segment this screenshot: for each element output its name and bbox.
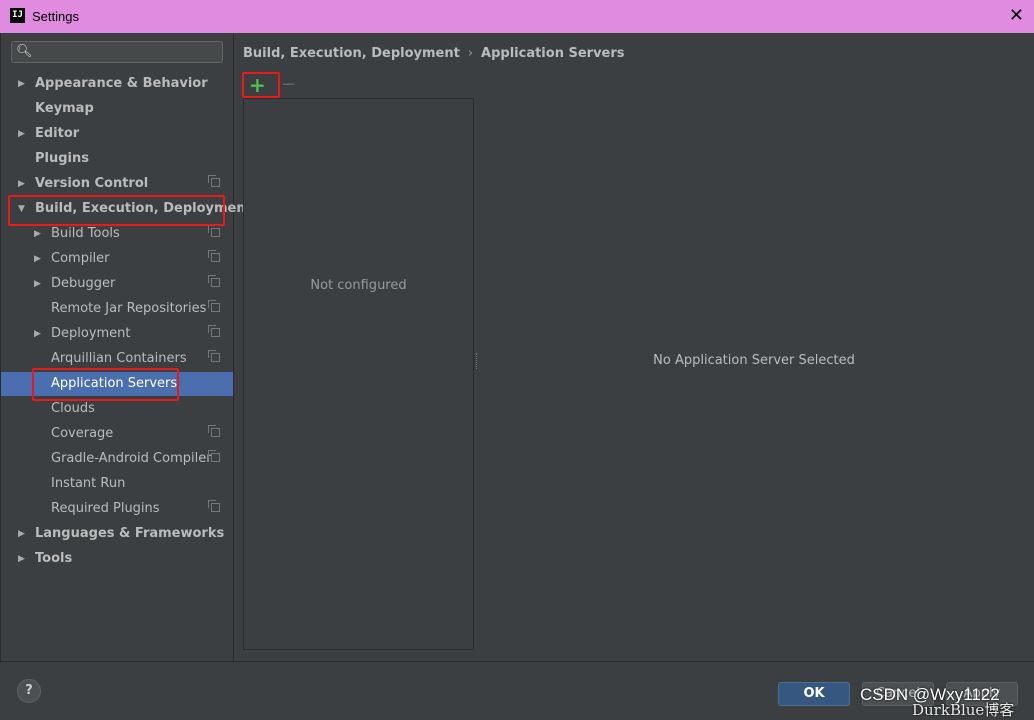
tree-item-plugins[interactable]: Plugins: [1, 147, 233, 171]
settings-sidebar: 🔍︎ ▶ Appearance & Behavior Keymap ▶ Editor Pl…: [1, 33, 252, 661]
project-level-icon: [208, 325, 220, 337]
intellij-app-icon: IJ: [10, 8, 25, 23]
tree-item-label: Build, Execution, Deployment: [35, 201, 252, 216]
breadcrumb-current: Application Servers: [481, 46, 625, 61]
tree-item-version-control[interactable]: ▶ Version Control: [1, 172, 233, 196]
tree-item-keymap[interactable]: Keymap: [1, 97, 233, 121]
collapsed-arrow-icon[interactable]: ▶: [34, 247, 41, 271]
tree-item-label: Tools: [35, 551, 73, 566]
project-level-icon: [208, 425, 220, 437]
tree-item-label: Plugins: [35, 151, 89, 166]
tree-item-editor[interactable]: ▶ Editor: [1, 122, 233, 146]
collapsed-arrow-icon[interactable]: ▶: [34, 272, 41, 296]
collapsed-arrow-icon[interactable]: ▶: [18, 547, 25, 571]
close-icon[interactable]: ✕: [1009, 5, 1024, 26]
tree-item-label: Build Tools: [51, 226, 120, 241]
collapsed-arrow-icon[interactable]: ▶: [18, 122, 25, 146]
tree-item-label: Deployment: [51, 326, 131, 341]
tree-item-label: Arquillian Containers: [51, 351, 187, 366]
window-title: Settings: [32, 9, 79, 24]
tree-item-remote-jar-repositories[interactable]: Remote Jar Repositories: [1, 297, 233, 321]
application-server-list[interactable]: Not configured: [243, 98, 474, 650]
collapsed-arrow-icon[interactable]: ▶: [34, 222, 41, 246]
breadcrumb: Build, Execution, Deployment › Application…: [243, 46, 625, 61]
project-level-icon: [208, 300, 220, 312]
tree-item-coverage[interactable]: Coverage: [1, 422, 233, 446]
tree-item-label: Application Servers: [51, 376, 178, 391]
project-level-icon: [208, 225, 220, 237]
tree-item-deployment[interactable]: ▶ Deployment: [1, 322, 233, 346]
expanded-arrow-icon[interactable]: ▼: [18, 197, 25, 221]
tree-item-compiler[interactable]: ▶ Compiler: [1, 247, 233, 271]
search-input[interactable]: 🔍︎: [11, 41, 223, 63]
search-icon: 🔍︎: [16, 44, 33, 59]
tree-item-label: Languages & Frameworks: [35, 526, 225, 541]
project-level-icon: [208, 350, 220, 362]
tree-item-arquillian-containers[interactable]: Arquillian Containers: [1, 347, 233, 371]
help-icon[interactable]: ?: [17, 679, 41, 703]
tree-item-appearance-behavior[interactable]: ▶ Appearance & Behavior: [1, 72, 233, 96]
project-level-icon: [208, 450, 220, 462]
tree-item-application-servers[interactable]: Application Servers: [1, 372, 233, 396]
breadcrumb-parent[interactable]: Build, Execution, Deployment: [243, 46, 460, 61]
tree-item-label: Keymap: [35, 101, 94, 116]
add-server-button[interactable]: +: [249, 75, 266, 95]
tree-item-label: Debugger: [51, 276, 116, 291]
project-level-icon: [208, 250, 220, 262]
tree-item-label: Required Plugins: [51, 501, 160, 516]
tree-item-build-tools[interactable]: ▶ Build Tools: [1, 222, 233, 246]
panel-splitter-handle[interactable]: [476, 353, 479, 369]
tree-item-languages-frameworks[interactable]: ▶ Languages & Frameworks: [1, 522, 233, 546]
tree-item-label: Compiler: [51, 251, 110, 266]
breadcrumb-separator: ›: [467, 46, 474, 61]
project-level-icon: [208, 175, 220, 187]
tree-item-label: Gradle-Android Compiler: [51, 451, 212, 466]
tree-item-label: Clouds: [51, 401, 95, 416]
project-level-icon: [208, 275, 220, 287]
tree-item-label: Appearance & Behavior: [35, 76, 208, 91]
window-titlebar: IJ Settings ✕: [0, 0, 1034, 33]
tree-item-tools[interactable]: ▶ Tools: [1, 547, 233, 571]
tree-item-build-execution-deployment[interactable]: ▼ Build, Execution, Deployment: [1, 197, 252, 221]
remove-server-button[interactable]: −: [281, 75, 296, 95]
tree-item-label: Version Control: [35, 176, 149, 191]
tree-item-required-plugins[interactable]: Required Plugins: [1, 497, 233, 521]
tree-item-gradle-android-compiler[interactable]: Gradle-Android Compiler: [1, 447, 233, 471]
detail-empty-text: No Application Server Selected: [653, 353, 855, 368]
collapsed-arrow-icon[interactable]: ▶: [18, 522, 25, 546]
tree-item-debugger[interactable]: ▶ Debugger: [1, 272, 233, 296]
collapsed-arrow-icon[interactable]: ▶: [18, 72, 25, 96]
collapsed-arrow-icon[interactable]: ▶: [18, 172, 25, 196]
tree-item-label: Coverage: [51, 426, 114, 441]
project-level-icon: [208, 500, 220, 512]
tree-item-label: Instant Run: [51, 476, 126, 491]
watermark-blog: DurkBlue博客: [912, 701, 1015, 719]
collapsed-arrow-icon[interactable]: ▶: [34, 322, 41, 346]
tree-item-instant-run[interactable]: Instant Run: [1, 472, 233, 496]
ok-button[interactable]: OK: [778, 682, 850, 706]
main-panel: Build, Execution, Deployment › Application…: [234, 33, 1034, 661]
tree-item-clouds[interactable]: Clouds: [1, 397, 233, 421]
server-list-empty-text: Not configured: [310, 278, 407, 293]
tree-item-label: Remote Jar Repositories: [51, 301, 207, 316]
tree-item-label: Editor: [35, 126, 80, 141]
